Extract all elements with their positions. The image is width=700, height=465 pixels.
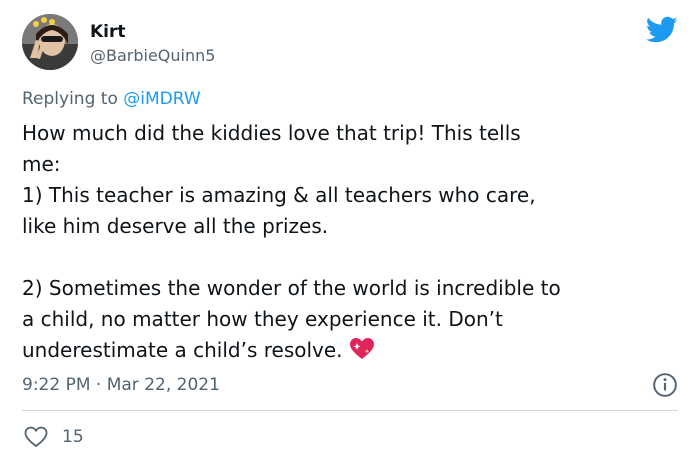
tweet-timestamp[interactable]: 9:22 PM · Mar 22, 2021 (22, 374, 220, 396)
divider (22, 410, 678, 411)
replying-to-mention[interactable]: @iMDRW (123, 89, 200, 109)
twitter-bird-icon[interactable] (646, 16, 678, 44)
sparkling-heart-icon (349, 338, 374, 359)
avatar[interactable] (22, 14, 78, 70)
heart-outline-icon[interactable] (24, 426, 48, 448)
user-handle[interactable]: @BarbieQuinn5 (90, 46, 215, 66)
tweet-text: How much did the kiddies love that trip!… (22, 121, 561, 362)
like-count: 15 (62, 427, 84, 447)
tweet-body: How much did the kiddies love that trip!… (22, 118, 682, 366)
tweet-card: Kirt @BarbieQuinn5 Replying to @iMDRW Ho… (0, 0, 700, 465)
replying-to-line: Replying to @iMDRW (22, 88, 201, 110)
info-icon[interactable] (652, 372, 678, 398)
replying-prefix: Replying to (22, 89, 124, 109)
display-name[interactable]: Kirt (90, 22, 126, 42)
